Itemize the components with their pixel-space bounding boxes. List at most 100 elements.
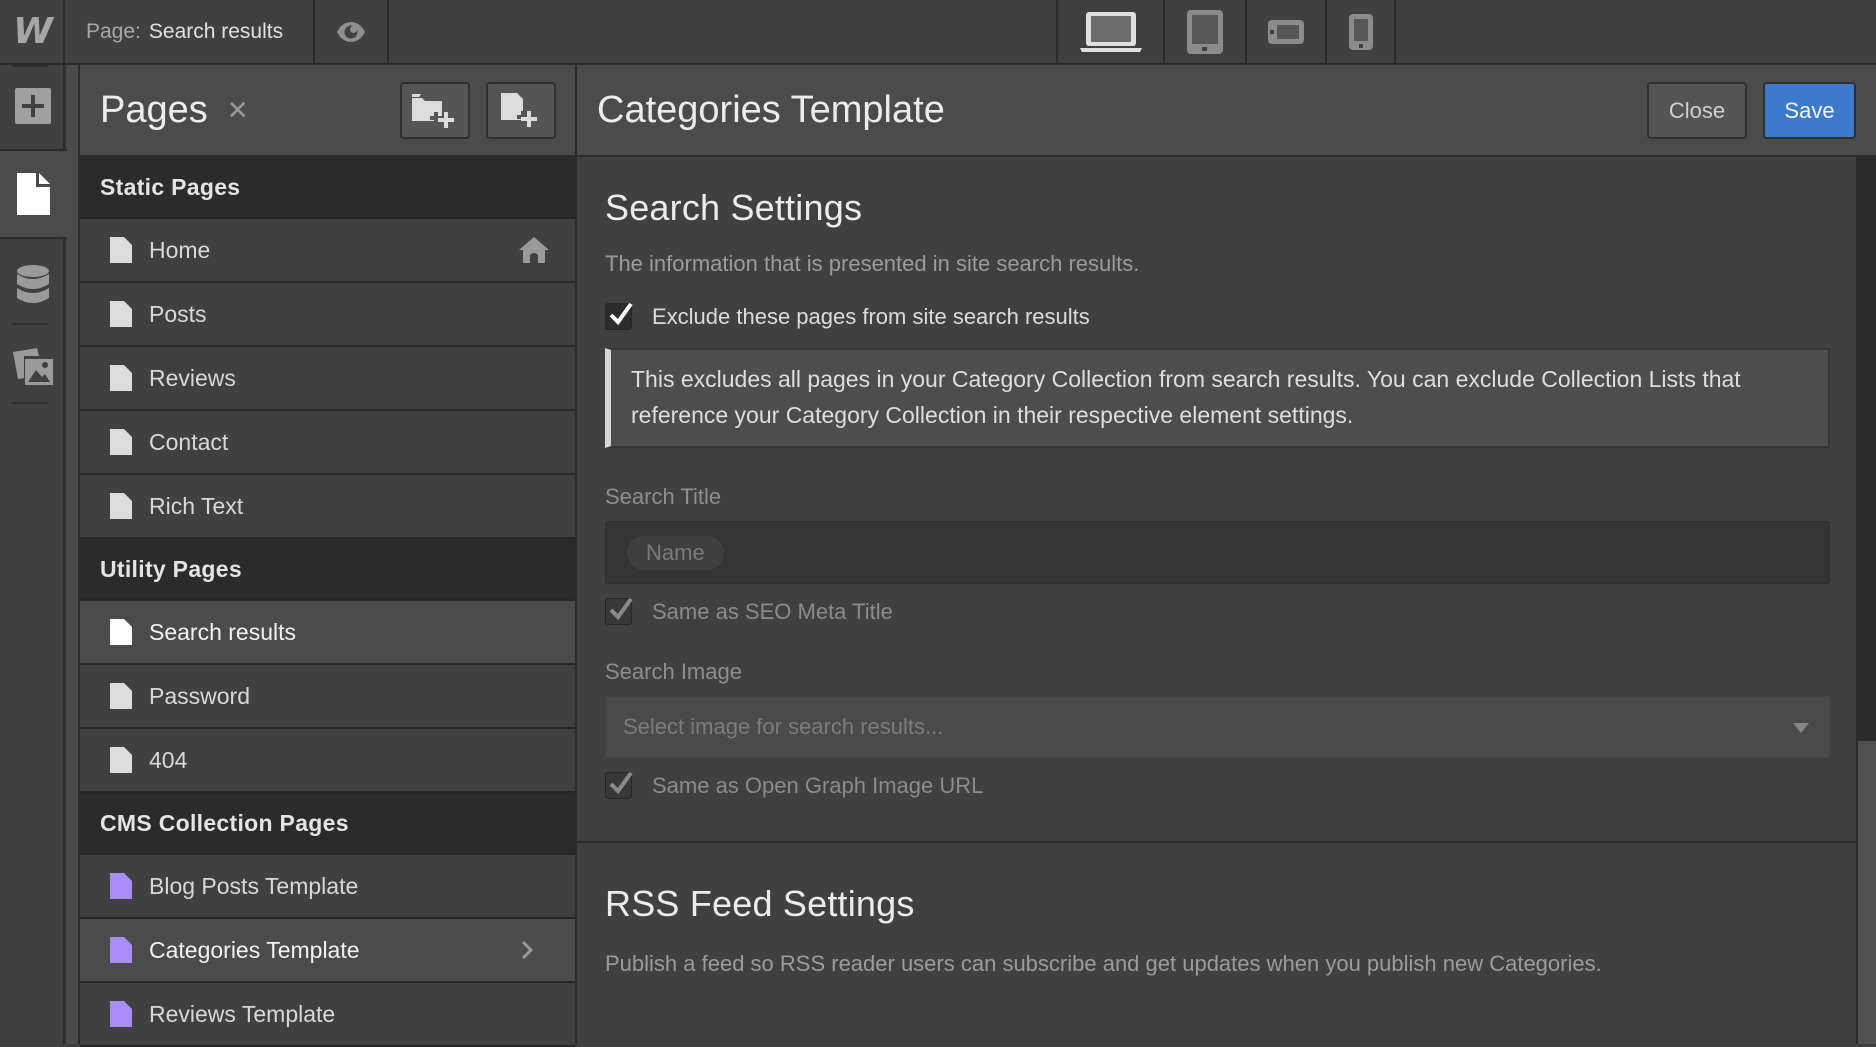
- rail-add-elements-button[interactable]: [0, 75, 65, 137]
- page-item-label: Blog Posts Template: [149, 872, 359, 899]
- rail-cms-button[interactable]: [0, 245, 65, 325]
- section-cms-collection-pages: CMS Collection Pages: [80, 793, 575, 855]
- current-page-name: Search results: [148, 19, 284, 43]
- cms-page-icon: [110, 1001, 132, 1027]
- page-item-reviews-template[interactable]: Reviews Template: [80, 983, 575, 1047]
- page-item-label: Posts: [149, 300, 207, 327]
- rail-pages-button[interactable]: [0, 149, 67, 239]
- page-icon: [110, 429, 132, 455]
- same-og-checkbox[interactable]: [605, 771, 633, 799]
- device-mobile-portrait-button[interactable]: [1327, 0, 1396, 63]
- page-icon: [16, 173, 50, 215]
- settings-scrollbar[interactable]: [1856, 157, 1876, 1044]
- page-item-password[interactable]: Password: [80, 665, 575, 729]
- tablet-icon: [1187, 9, 1223, 54]
- phone-landscape-icon: [1268, 19, 1304, 44]
- breakpoint-switcher: [1056, 0, 1396, 63]
- page-icon: [110, 683, 132, 709]
- search-title-field[interactable]: Name: [605, 521, 1830, 584]
- close-button[interactable]: Close: [1647, 82, 1747, 139]
- page-item-label: Search results: [149, 618, 297, 645]
- caret-down-icon: [1793, 723, 1809, 733]
- same-og-row: Same as Open Graph Image URL: [605, 771, 1828, 799]
- exclude-search-checkbox[interactable]: [605, 302, 633, 330]
- page-icon: [110, 365, 132, 391]
- page-item-reviews[interactable]: Reviews: [80, 347, 575, 411]
- search-image-label: Search Image: [605, 659, 742, 684]
- page-icon: [110, 747, 132, 773]
- page-item-categories-template[interactable]: Categories Template: [80, 919, 575, 983]
- eye-icon: [337, 21, 365, 42]
- pages-panel-header: Pages ×: [80, 65, 575, 157]
- device-desktop-button[interactable]: [1058, 0, 1165, 63]
- rss-settings-description: Publish a feed so RSS reader users can s…: [605, 951, 1602, 976]
- webflow-logo: W: [13, 11, 53, 52]
- same-og-label: Same as Open Graph Image URL: [652, 772, 984, 798]
- page-item-contact[interactable]: Contact: [80, 411, 575, 475]
- current-page-selector[interactable]: Page: Search results: [65, 0, 315, 63]
- add-page-button[interactable]: [486, 82, 556, 139]
- left-rail: [0, 65, 67, 1044]
- settings-content: Search Settings The information that is …: [577, 157, 1856, 1044]
- rss-settings-section: RSS Feed Settings Publish a feed so RSS …: [577, 883, 1856, 977]
- search-settings-section: Search Settings The information that is …: [577, 187, 1856, 799]
- device-tablet-button[interactable]: [1165, 0, 1247, 63]
- page-icon: [110, 237, 132, 263]
- preview-button[interactable]: [315, 0, 389, 63]
- device-mobile-landscape-button[interactable]: [1247, 0, 1327, 63]
- pages-panel-title: Pages: [100, 88, 208, 131]
- chevron-right-icon[interactable]: [521, 940, 533, 960]
- exclude-search-label: Exclude these pages from site search res…: [652, 303, 1090, 329]
- logo-cell[interactable]: W: [0, 0, 65, 63]
- images-icon: [12, 348, 53, 385]
- rail-divider: [12, 323, 48, 325]
- exclude-search-row: Exclude these pages from site search res…: [605, 302, 1828, 330]
- search-title-label: Search Title: [605, 484, 722, 509]
- page-item-label: Home: [149, 236, 211, 263]
- section-utility-pages: Utility Pages: [80, 539, 575, 601]
- section-static-pages: Static Pages: [80, 157, 575, 219]
- same-seo-label: Same as SEO Meta Title: [652, 598, 893, 624]
- rail-divider: [12, 65, 48, 67]
- search-settings-heading: Search Settings: [605, 187, 863, 228]
- cms-page-icon: [110, 873, 132, 899]
- page-item-404[interactable]: 404: [80, 729, 575, 793]
- scrollbar-thumb[interactable]: [1858, 741, 1876, 1044]
- name-field-token: Name: [627, 535, 724, 570]
- database-icon: [16, 265, 49, 303]
- page-plus-icon: [501, 92, 537, 127]
- page-prefix-label: Page:: [86, 19, 141, 43]
- rss-settings-heading: RSS Feed Settings: [605, 883, 915, 924]
- close-icon[interactable]: ×: [228, 93, 248, 127]
- page-item-rich-text[interactable]: Rich Text: [80, 475, 575, 539]
- settings-header: Categories Template Close Save: [577, 65, 1876, 157]
- page-item-label: Reviews Template: [149, 1000, 336, 1027]
- laptop-icon: [1079, 11, 1142, 52]
- page-item-label: Contact: [149, 428, 229, 455]
- cms-page-icon: [110, 937, 132, 963]
- page-item-blog-posts-template[interactable]: Blog Posts Template: [80, 855, 575, 919]
- page-item-label: 404: [149, 746, 188, 773]
- plus-icon: [14, 88, 51, 124]
- save-button[interactable]: Save: [1763, 82, 1856, 139]
- checkmark-icon: [609, 302, 633, 326]
- page-item-label: Rich Text: [149, 492, 244, 519]
- page-settings-panel: Categories Template Close Save Search Se…: [577, 65, 1876, 1044]
- rail-divider: [12, 402, 48, 404]
- page-item-label: Password: [149, 682, 250, 709]
- same-seo-checkbox[interactable]: [605, 597, 633, 625]
- page-item-home[interactable]: Home: [80, 219, 575, 283]
- search-image-placeholder: Select image for search results...: [623, 714, 944, 739]
- home-icon[interactable]: [519, 237, 549, 263]
- page-icon: [110, 619, 132, 645]
- search-image-select[interactable]: Select image for search results...: [605, 696, 1830, 758]
- rail-assets-button[interactable]: [0, 329, 65, 405]
- page-item-label: Reviews: [149, 364, 236, 391]
- same-seo-row: Same as SEO Meta Title: [605, 597, 1828, 625]
- page-item-search-results[interactable]: Search results: [80, 601, 575, 665]
- page-item-label: Categories Template: [149, 936, 360, 963]
- top-toolbar: W Page: Search results: [0, 0, 1876, 65]
- add-folder-button[interactable]: [400, 82, 470, 139]
- page-icon: [110, 301, 132, 327]
- page-item-posts[interactable]: Posts: [80, 283, 575, 347]
